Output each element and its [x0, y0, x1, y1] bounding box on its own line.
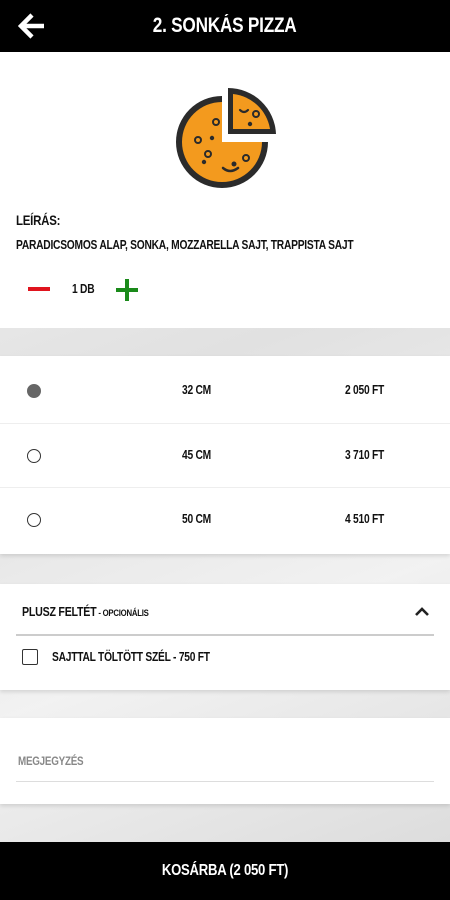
description-value: Paradicsomos alap, sonka, mozzarella saj… [16, 238, 354, 252]
quantity-increase-button[interactable] [116, 278, 140, 302]
quantity-value: 1 db [72, 282, 99, 296]
size-price: 2 050 Ft [345, 383, 393, 397]
size-options-card: 32 cm 2 050 Ft 45 cm 3 710 Ft 50 cm 4 51… [0, 356, 450, 554]
size-price-text: 4 510 Ft [345, 512, 385, 526]
divider [16, 634, 434, 636]
product-card: Leírás: Paradicsomos alap, sonka, mozzar… [0, 52, 450, 328]
size-name: 50 cm [182, 512, 217, 526]
size-name-text: 32 cm [182, 383, 211, 397]
size-price: 3 710 Ft [345, 448, 393, 462]
add-to-cart-button[interactable]: Kosárba (2 050 Ft) [0, 842, 450, 900]
description-label: Leírás: [16, 212, 70, 228]
extras-subtitle: - opcionális [96, 608, 149, 619]
radio-selected[interactable] [27, 384, 41, 398]
note-card: Megjegyzés [0, 718, 450, 804]
size-option-32[interactable]: 32 cm 2 050 Ft [0, 359, 450, 423]
size-option-50[interactable]: 50 cm 4 510 Ft [0, 487, 450, 551]
add-to-cart-label-text: Kosárba (2 050 Ft) [161, 862, 289, 879]
top-bar: 2. Sonkás pizza [0, 0, 450, 52]
quantity-decrease-button[interactable] [28, 279, 52, 299]
note-placeholder: Megjegyzés [18, 754, 98, 768]
extras-title: Plusz feltét - opcionális [22, 604, 176, 619]
page-title: 2. Sonkás pizza [0, 0, 450, 52]
size-price: 4 510 Ft [345, 512, 393, 526]
size-name: 45 cm [182, 448, 217, 462]
add-to-cart-label: Kosárba (2 050 Ft) [0, 842, 450, 900]
description-label-text: Leírás: [16, 212, 61, 228]
size-price-text: 2 050 Ft [345, 383, 385, 397]
note-placeholder-text: Megjegyzés [18, 754, 84, 768]
size-price-text: 3 710 Ft [345, 448, 385, 462]
description-text: Paradicsomos alap, sonka, mozzarella saj… [16, 238, 427, 252]
pizza-icon [176, 87, 276, 188]
chevron-up-icon[interactable] [414, 604, 430, 618]
size-name-text: 50 cm [182, 512, 211, 526]
extras-header[interactable]: Plusz feltét - opcionális [0, 584, 450, 636]
extras-card: Plusz feltét - opcionális Sajttal töltöt… [0, 584, 450, 690]
page-title-text: 2. Sonkás pizza [153, 14, 297, 37]
radio-unselected[interactable] [27, 513, 41, 527]
size-option-45[interactable]: 45 cm 3 710 Ft [0, 423, 450, 487]
size-name: 32 cm [182, 383, 217, 397]
extra-checkbox[interactable] [22, 649, 38, 665]
extras-title-text: Plusz feltét - opcionális [22, 604, 149, 619]
extra-item-label-text: Sajttal töltött szél - 750 Ft [52, 650, 210, 664]
radio-unselected[interactable] [27, 449, 41, 463]
size-name-text: 45 cm [182, 448, 211, 462]
extras-title-main: Plusz feltét [22, 604, 97, 619]
extra-item-label: Sajttal töltött szél - 750 Ft [52, 650, 244, 664]
quantity-value-text: 1 db [72, 282, 95, 296]
